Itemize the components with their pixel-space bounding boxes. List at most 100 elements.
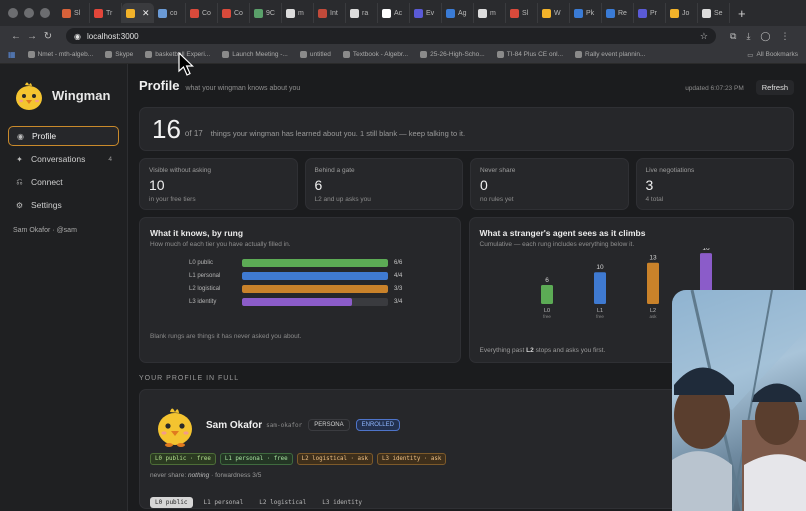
browser-tab[interactable]: co: [154, 3, 186, 23]
reload-icon[interactable]: ↻: [40, 31, 56, 42]
bookmark-item[interactable]: Textbook - Algebr...: [342, 51, 408, 58]
site-info-icon[interactable]: ◉: [74, 32, 81, 41]
tab-title: Co: [234, 9, 243, 17]
stat-sub: 4 total: [645, 196, 664, 203]
browser-tab[interactable]: 9C: [250, 3, 282, 23]
bookmark-item[interactable]: TI-84 Plus CE onl...: [496, 51, 564, 58]
url-text: localhost:3000: [86, 31, 139, 41]
climb-value-label: 6: [545, 277, 549, 284]
climb-value-label: 13: [649, 255, 657, 262]
bookmark-item[interactable]: 25-26-High-Scho...: [420, 51, 485, 58]
tab-title: co: [170, 9, 178, 17]
sidebar-item-settings[interactable]: ⚙ Settings: [8, 195, 119, 215]
browser-tab[interactable]: W: [538, 3, 570, 23]
close-tab-icon[interactable]: ✕: [142, 8, 150, 19]
browser-tab[interactable]: Se: [698, 3, 730, 23]
stat-sub: in your free tiers: [149, 196, 196, 203]
page-header: Profile what your wingman knows about yo…: [139, 78, 794, 96]
tab-favicon-icon: [286, 8, 295, 18]
bookmark-item[interactable]: Launch Meeting -...: [222, 51, 288, 58]
tab-title: Tr: [106, 9, 113, 17]
browser-tab[interactable]: Ac: [378, 3, 410, 23]
bookmark-item[interactable]: Nmet - mth-algeb...: [27, 51, 94, 58]
refresh-button[interactable]: Refresh: [755, 80, 794, 95]
bookmark-item[interactable]: Skype: [105, 51, 133, 58]
close-window-button[interactable]: [8, 8, 18, 18]
tab-title: Jo: [682, 9, 690, 17]
chick-avatar-icon: [158, 408, 192, 447]
browser-tab[interactable]: Sl: [58, 3, 90, 23]
tab-favicon-icon: [510, 8, 519, 18]
tab-title: m: [490, 9, 496, 17]
browser-tab[interactable]: m: [282, 3, 314, 23]
sidebar-item-label: Connect: [31, 177, 63, 187]
rung-row: L1 personal 4/4: [189, 269, 450, 282]
browser-tab[interactable]: Int: [314, 3, 346, 23]
rungs-panel: What it knows, by rung How much of each …: [139, 217, 461, 363]
profile-icon[interactable]: ◯: [760, 31, 770, 42]
browser-tab[interactable]: Co: [186, 3, 218, 23]
minimize-window-button[interactable]: [24, 8, 34, 18]
menu-icon[interactable]: ⋮: [781, 31, 790, 42]
tab-title: Ag: [458, 9, 467, 17]
learned-count: 16: [152, 113, 181, 144]
back-icon[interactable]: ←: [8, 31, 24, 42]
bookmark-list: Nmet - mth-algeb... Skype basketball Exper…: [27, 51, 645, 58]
sidebar-nav: ◉ Profile ✦ Conversations 4 ⎌ Connect ⚙ Settings: [8, 126, 119, 215]
tab-l3-identity[interactable]: L3 identity: [317, 497, 367, 508]
forward-icon[interactable]: →: [24, 31, 40, 42]
climb-bar: [646, 262, 659, 304]
tab-l2-logistical[interactable]: L2 logistical: [254, 497, 311, 508]
rung-bar: [242, 297, 352, 306]
footer-suffix: stops and asks you first.: [535, 347, 606, 354]
tab-title: Sl: [522, 9, 529, 17]
chick-logo-icon: [16, 82, 42, 110]
climb-value-label: 16: [702, 248, 710, 252]
folder-icon: ▭: [747, 51, 754, 59]
sidebar: Wingman ◉ Profile ✦ Conversations 4 ⎌ Connect ⚙…: [0, 64, 128, 511]
tab-l1-personal[interactable]: L1 personal: [199, 497, 249, 508]
sidebar-item-label: Profile: [32, 131, 57, 141]
all-bookmarks-button[interactable]: ▭ All Bookmarks: [747, 51, 798, 59]
maximize-window-button[interactable]: [40, 8, 50, 18]
never-share-line: never share: nothing · forwardness 3/5: [150, 472, 261, 479]
browser-tab[interactable]: Ev: [410, 3, 442, 23]
browser-tab[interactable]: m: [474, 3, 506, 23]
download-icon[interactable]: ⤓: [746, 31, 750, 42]
bookmark-item[interactable]: Rally event plannin...: [575, 51, 645, 58]
browser-tab[interactable]: Re: [602, 3, 634, 23]
rung-row: L0 public 6/6: [189, 256, 450, 269]
browser-tab[interactable]: Co: [218, 3, 250, 23]
bookmark-label: Nmet - mth-algeb...: [37, 51, 94, 58]
apps-icon[interactable]: ▦: [8, 50, 16, 59]
stat-card: Behind a gate 6 L2 and up asks you: [304, 158, 463, 210]
bookmark-label: TI-84 Plus CE onl...: [506, 51, 564, 58]
browser-tab[interactable]: Jo: [666, 3, 698, 23]
new-tab-button[interactable]: +: [738, 6, 746, 21]
browser-tab[interactable]: Pk: [570, 3, 602, 23]
rung-track: [242, 271, 388, 280]
bookmark-favicon-icon: [222, 51, 230, 58]
bookmark-label: untitled: [309, 51, 331, 58]
bookmark-item[interactable]: untitled: [299, 51, 331, 58]
rung-bar: [242, 271, 388, 280]
tier-chip-l0: L0 public · free: [150, 453, 216, 465]
browser-tab[interactable]: Pr: [634, 3, 666, 23]
browser-tab[interactable]: Tr: [90, 3, 122, 23]
tab-l0-public[interactable]: L0 public: [150, 497, 193, 508]
extensions-icon[interactable]: ⧉: [730, 31, 736, 42]
sidebar-item-profile[interactable]: ◉ Profile: [8, 126, 119, 146]
url-input[interactable]: ◉ localhost:3000 ☆: [66, 28, 716, 44]
rung-bar: [242, 284, 388, 293]
browser-tab[interactable]: ra: [346, 3, 378, 23]
browser-tab[interactable]: Sl: [506, 3, 538, 23]
sidebar-item-connect[interactable]: ⎌ Connect: [8, 172, 119, 192]
browser-tab[interactable]: Ag: [442, 3, 474, 23]
browser-tab-strip: Sl Tr ✕ co Co Co 9C m Int ra Ac Ev Ag m Sl W Pk Re Pr Jo Se …: [0, 0, 806, 26]
rung-row: L3 identity 3/4: [189, 295, 450, 308]
browser-tab[interactable]: ✕: [122, 3, 154, 23]
bookmark-star-icon[interactable]: ☆: [700, 31, 708, 42]
tab-favicon-icon: [62, 8, 71, 18]
sidebar-item-conversations[interactable]: ✦ Conversations 4: [8, 149, 119, 169]
sidebar-item-badge: 4: [108, 155, 112, 163]
